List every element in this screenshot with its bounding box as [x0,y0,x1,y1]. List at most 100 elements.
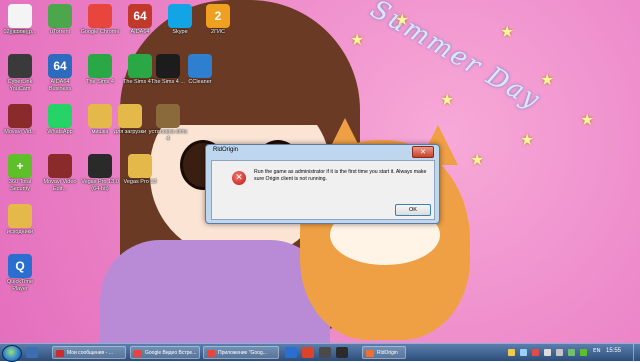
desktop-icon-label: 360 Total Security [8,179,32,192]
install-icon [156,104,180,128]
star-decoration: ★ [580,110,595,129]
desktop-icon[interactable]: CyberLink YouCam [0,54,40,92]
desktop-icon-label: WhatsApp [47,129,73,135]
youcam-icon [8,54,32,78]
desktop-icon[interactable]: The Sims 4 [80,54,120,86]
wallpaper-caption: Summer Day [365,0,546,116]
utorrent-icon [48,4,72,28]
taskbar-task-label: RldOrigin [377,350,398,356]
taskbar: Мои сообщения - ... Google Видео Встре...… [0,343,640,362]
language-indicator[interactable]: EN [593,348,601,354]
360-security-icon: + [8,154,32,178]
volume-icon[interactable] [556,349,563,356]
tray-icon[interactable] [532,349,539,356]
2gis-icon: 2 [206,4,230,28]
desktop-icon[interactable]: CCleaner [180,54,220,86]
star-decoration: ★ [520,130,535,149]
taskbar-task[interactable]: Приложение "Goog... [203,346,279,359]
sims4-icon-3 [156,54,180,78]
star-decoration: ★ [500,22,515,41]
pinned-app-icon[interactable] [336,347,348,358]
taskbar-task[interactable]: RldOrigin [362,346,406,359]
desktop-icon[interactable]: исходники [0,204,40,236]
tray-icon[interactable] [580,349,587,356]
taskbar-task-label: Мои сообщения - ... [67,350,113,356]
desktop-icon[interactable]: Google Chrome [80,4,120,36]
star-decoration: ★ [470,150,485,169]
desktop-icon-label: Movavi Vid... [4,129,36,135]
wallpaper-shirt [100,240,330,343]
desktop-icon-label: 02_icone_p... [3,29,37,35]
aida64-business-icon: 64 [48,54,72,78]
desktop-icon-label: AIDA64 Business [48,79,72,92]
desktop-icon[interactable]: +360 Total Security [0,154,40,192]
desktop-icon[interactable]: WhatsApp [40,104,80,136]
tray-icon[interactable] [520,349,527,356]
error-dialog[interactable]: RldOrigin ✕ ✕ Run the game as administra… [205,144,440,224]
chrome-icon [207,350,215,357]
desktop-icon-label: uTorrent [49,29,71,35]
desktop-icon[interactable]: Skype [160,4,200,36]
start-button[interactable] [2,345,22,362]
quicktime-icon: Q [8,254,32,278]
star-decoration: ★ [440,90,455,109]
sims4-icon [88,54,112,78]
close-button[interactable]: ✕ [412,146,434,158]
pinned-app-icon[interactable] [319,347,331,358]
desktop-icon[interactable]: 64 AIDA64 Business [40,54,80,92]
desktop-icon[interactable]: установка sims 4 [148,104,188,142]
desktop-icon[interactable]: 64 AIDA64 [120,4,160,36]
pinned-app-icon[interactable] [302,347,314,358]
taskbar-task-label: Google Видео Встре... [145,350,197,356]
desktop-icon[interactable]: Vegas Pro 13.0 (64-bit) [80,154,120,192]
chrome-icon [134,350,142,357]
dialog-title: RldOrigin [213,147,239,153]
aida64-icon: 64 [128,4,152,28]
desktop-icon-label: The Sims 4 [86,79,114,85]
desktop-icon-label: AIDA64 [130,29,150,35]
tray-icon[interactable] [508,349,515,356]
desktop-icon[interactable]: 02_icone_p... [0,4,40,36]
dialog-titlebar[interactable]: RldOrigin ✕ [206,145,439,159]
taskbar-task[interactable]: Мои сообщения - ... [52,346,126,359]
desktop-icon[interactable]: uTorrent [40,4,80,36]
desktop-icon-label: Vegas Pro 13 [123,179,157,185]
clock[interactable]: 15:55 [606,348,621,354]
desktop-icon-label: Skype [172,29,188,35]
folder-icon [88,104,112,128]
desktop-icon-label: Vegas Pro 13.0 (64-bit) [81,179,119,192]
folder-icon [118,104,142,128]
explorer-icon[interactable] [26,347,38,358]
error-icon: ✕ [232,171,246,185]
desktop-icon[interactable]: Movavi Video Edit... [40,154,80,192]
origin-icon [366,350,374,357]
folder-icon [8,204,32,228]
desktop-icon[interactable]: Movavi Vid... [0,104,40,136]
tray-icon[interactable] [568,349,575,356]
desktop-icon[interactable]: для загрузки [110,104,150,136]
desktop-icon-label: Google Chrome [80,29,120,35]
taskbar-task[interactable]: Google Видео Встре... [130,346,200,359]
star-decoration: ★ [540,70,555,89]
show-desktop-button[interactable] [633,344,640,361]
skype-icon [168,4,192,28]
desktop-icon-label: CCleaner [188,79,212,85]
desktop-icon[interactable]: 2 2ГИС [198,4,238,36]
vegas-icon [88,154,112,178]
ccleaner-icon [188,54,212,78]
dialog-message: Run the game as administrator if it is t… [254,169,427,182]
movavi-icon [8,104,32,128]
network-icon[interactable] [544,349,551,356]
star-decoration: ★ [395,10,410,29]
movavi-editor-icon [48,154,72,178]
close-icon: ✕ [420,148,426,156]
desktop-icon-label: QuickTime Player [6,279,34,292]
desktop-icon-label: исходники [6,229,34,235]
chrome-icon [88,4,112,28]
file-icon [8,4,32,28]
ok-button[interactable]: OK [395,204,431,216]
pinned-app-icon[interactable] [285,347,297,358]
desktop-icon[interactable]: Vegas Pro 13 [120,154,160,186]
taskbar-task-label: Приложение "Goog... [218,350,267,356]
desktop-icon[interactable]: Q QuickTime Player [0,254,40,292]
